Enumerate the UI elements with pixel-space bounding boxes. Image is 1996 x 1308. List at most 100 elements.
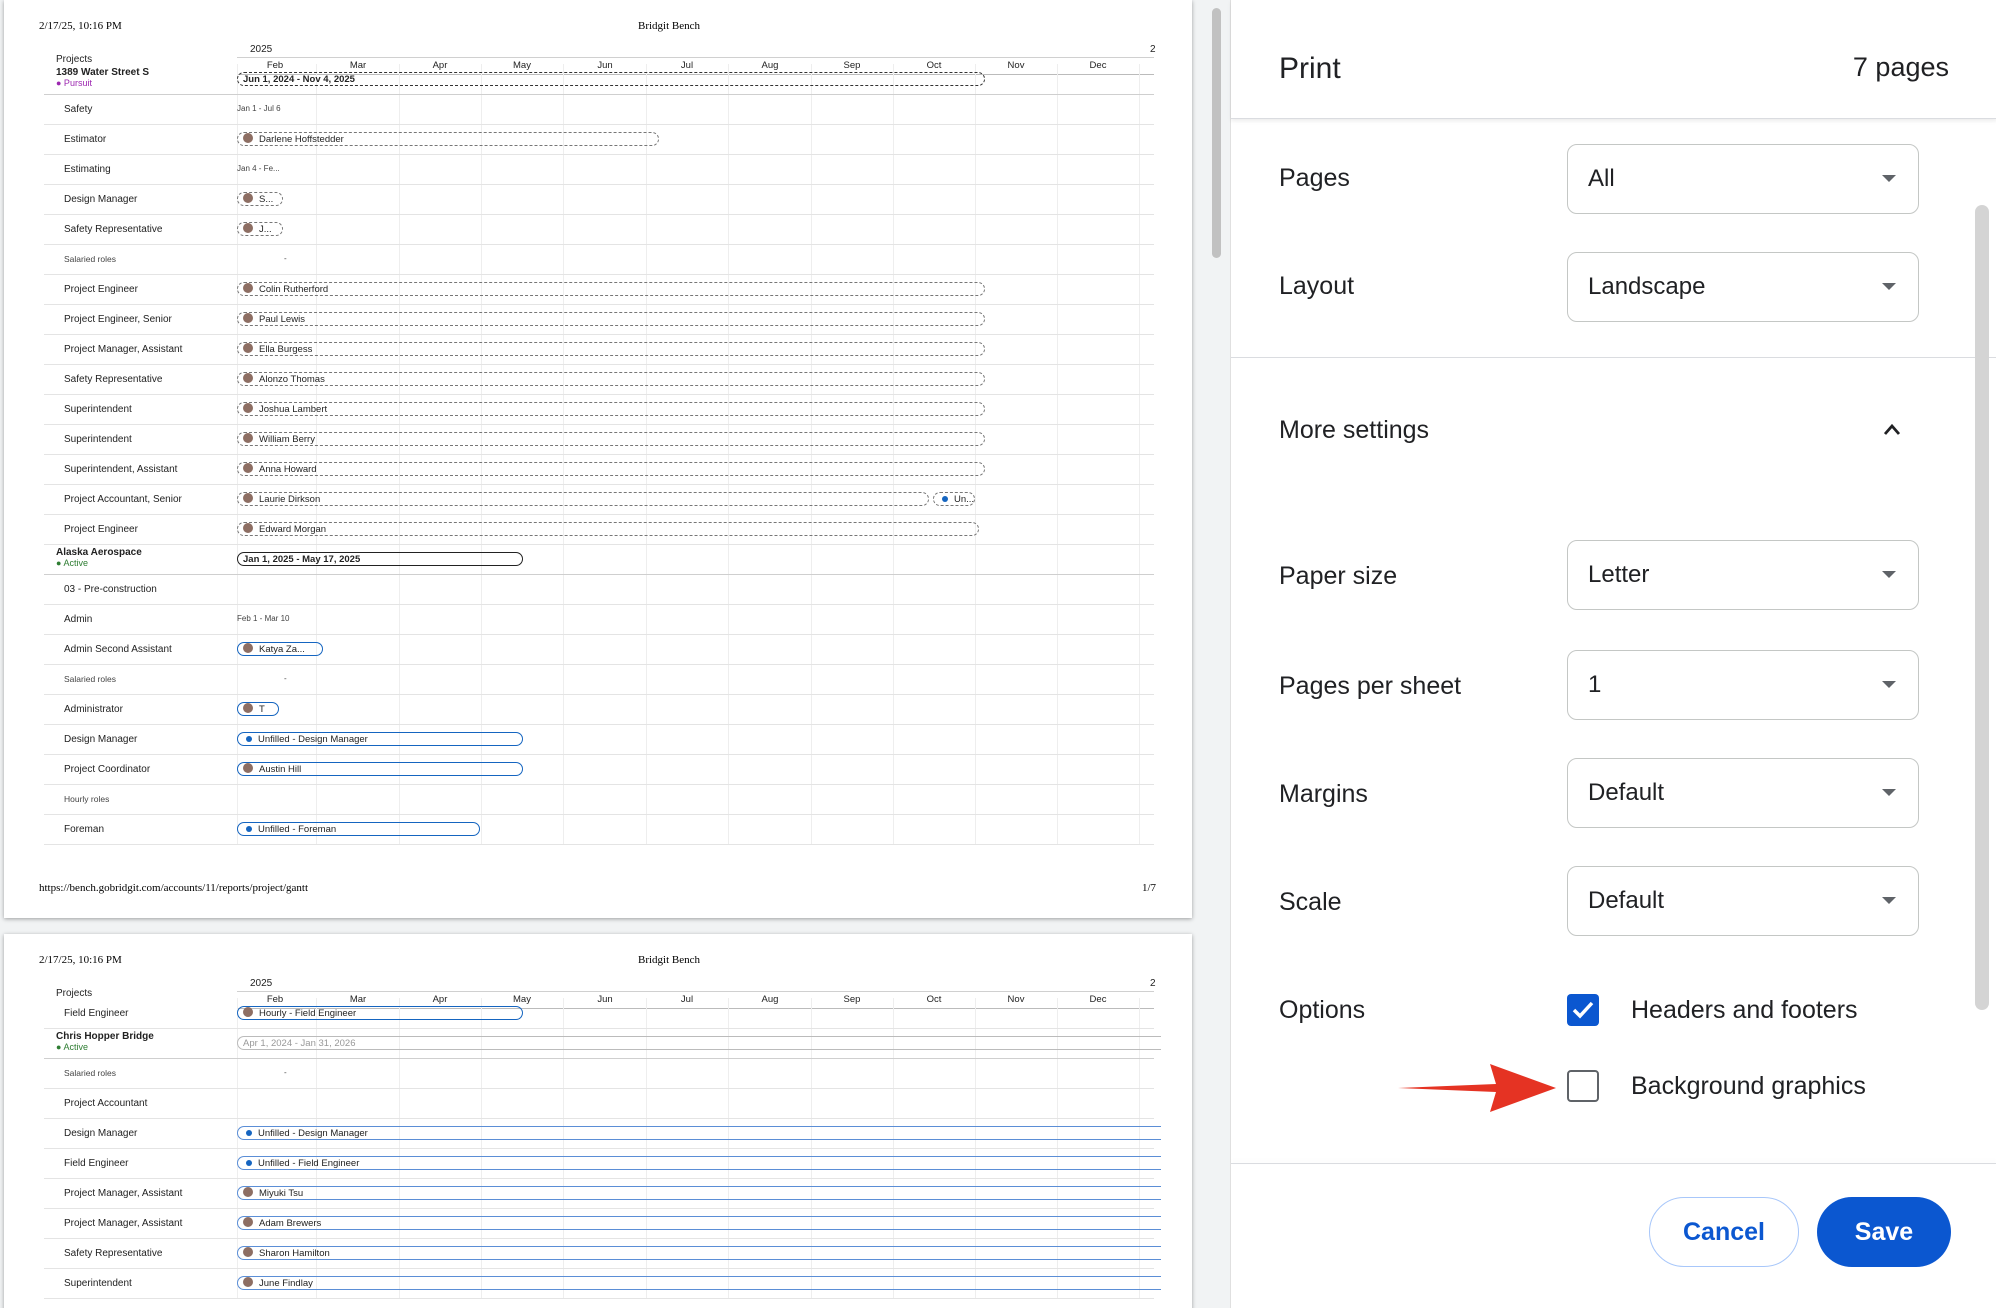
gantt-bar[interactable]: Apr 1, 2024 - Jan 31, 2026 [237, 1036, 1161, 1050]
preview-scrollbar[interactable] [1208, 0, 1224, 1308]
role-row[interactable]: Admin Second Assistant Katya Za... [44, 634, 1154, 665]
role-row[interactable]: Admin Feb 1 - Mar 10 [44, 604, 1154, 635]
role-row[interactable]: Project Engineer, Senior Paul Lewis [44, 304, 1154, 335]
options-label: Options [1279, 996, 1366, 1024]
date-range-label: Jan 1 - Jul 6 [237, 104, 281, 113]
gantt-bar[interactable]: Un... [933, 492, 975, 506]
project-name: Alaska Aerospace [56, 547, 142, 558]
settings-scrollbar[interactable] [1975, 205, 1989, 1010]
avatar [243, 1187, 253, 1197]
role-row[interactable]: Project Manager, Assistant Adam Brewers [44, 1208, 1161, 1239]
role-row[interactable]: Safety Jan 1 - Jul 6 [44, 94, 1154, 125]
role-row[interactable]: Safety Representative J... [44, 214, 1154, 245]
preview-scrollbar-thumb[interactable] [1212, 8, 1221, 258]
gantt-bar[interactable]: Edward Morgan [237, 522, 979, 536]
headers-footers-label[interactable]: Headers and footers [1631, 996, 1858, 1025]
project-row[interactable]: 1389 Water Street S ● Pursuit Jun 1, 2024 … [44, 64, 1154, 95]
gantt-bar[interactable]: Paul Lewis [237, 312, 985, 326]
pages-select[interactable]: All [1567, 144, 1919, 214]
role-row[interactable]: Superintendent, Assistant Anna Howard [44, 454, 1154, 485]
role-row[interactable]: Salaried roles - [44, 664, 1154, 695]
background-graphics-label[interactable]: Background graphics [1631, 1072, 1866, 1101]
pages-per-sheet-select[interactable]: 1 [1567, 650, 1919, 720]
role-name: Admin [64, 614, 93, 625]
gantt-bar[interactable]: Joshua Lambert [237, 402, 985, 416]
gantt-bar[interactable]: Hourly - Field Engineer [237, 1006, 523, 1020]
gantt-bar[interactable]: Austin Hill [237, 762, 523, 776]
margins-select[interactable]: Default [1567, 758, 1919, 828]
role-row[interactable]: Administrator T [44, 694, 1154, 725]
save-button[interactable]: Save [1817, 1197, 1951, 1267]
role-row[interactable]: Superintendent Joshua Lambert [44, 394, 1154, 425]
role-row[interactable]: Design Manager S... [44, 184, 1154, 215]
gantt-bar[interactable]: Adam Brewers [237, 1216, 1161, 1230]
gantt-bar[interactable]: J... [237, 222, 283, 236]
gantt-bar[interactable]: Colin Rutherford [237, 282, 985, 296]
role-row[interactable]: Hourly roles [44, 784, 1154, 815]
role-row[interactable]: Estimating Jan 4 - Fe... [44, 154, 1154, 185]
gantt-bar[interactable]: Jan 1, 2025 - May 17, 2025 [237, 552, 523, 566]
more-settings-toggle[interactable]: More settings [1231, 380, 1996, 480]
headers-footers-checkbox[interactable] [1567, 994, 1599, 1026]
role-row[interactable]: Project Accountant [44, 1088, 1154, 1119]
role-name: Field Engineer [64, 1008, 129, 1019]
role-row[interactable]: Field Engineer Unfilled - Field Engineer [44, 1148, 1161, 1179]
role-row[interactable]: Project Manager, Assistant Ella Burgess [44, 334, 1154, 365]
gantt-bar[interactable]: Laurie Dirkson [237, 492, 929, 506]
role-row[interactable]: Design Manager Unfilled - Design Manager [44, 724, 1154, 755]
gantt-bar-label: Un... [954, 494, 975, 505]
gantt-bar[interactable]: Darlene Hoffstedder [237, 132, 659, 146]
gantt-chart: Projects 2025 2 Feb Mar Apr May Jun Jul Aug Sep Oct… [44, 42, 1156, 878]
project-row[interactable]: Alaska Aerospace ● Active Jan 1, 2025 - Ma… [44, 544, 1154, 575]
gantt-bar[interactable]: Ella Burgess [237, 342, 985, 356]
role-row[interactable]: Foreman Unfilled - Foreman [44, 814, 1154, 845]
avatar [243, 133, 253, 143]
date-range-label: - [284, 1068, 287, 1077]
unfilled-dot-icon [246, 1130, 252, 1136]
role-name: Safety Representative [64, 224, 163, 235]
gantt-bar[interactable]: Unfilled - Field Engineer [237, 1156, 1161, 1170]
role-row[interactable]: Field Engineer Hourly - Field Engineer [44, 998, 1154, 1029]
gantt-bar[interactable]: Unfilled - Foreman [237, 822, 480, 836]
role-row[interactable]: Project Engineer Colin Rutherford [44, 274, 1154, 305]
layout-select[interactable]: Landscape [1567, 252, 1919, 322]
gantt-bar-label: Sharon Hamilton [259, 1248, 330, 1259]
role-row[interactable]: Estimator Darlene Hoffstedder [44, 124, 1154, 155]
role-name: Salaried roles [64, 674, 116, 684]
gantt-bar[interactable]: Jun 1, 2024 - Nov 4, 2025 [237, 72, 985, 86]
role-row[interactable]: Superintendent William Berry [44, 424, 1154, 455]
gantt-bar[interactable]: Unfilled - Design Manager [237, 1126, 1161, 1140]
role-row[interactable]: Salaried roles - [44, 244, 1154, 275]
gantt-bar-label: Edward Morgan [259, 524, 327, 535]
gantt-bar[interactable]: S... [237, 192, 283, 206]
gantt-bar[interactable]: Anna Howard [237, 462, 985, 476]
role-row[interactable]: Superintendent June Findlay [44, 1268, 1161, 1299]
cancel-button[interactable]: Cancel [1649, 1197, 1799, 1267]
gantt-bar[interactable]: June Findlay [237, 1276, 1161, 1290]
role-row[interactable]: Safety Representative Alonzo Thomas [44, 364, 1154, 395]
role-name: Estimating [64, 164, 111, 175]
gantt-bar[interactable]: Alonzo Thomas [237, 372, 985, 386]
role-row[interactable]: Safety Representative Sharon Hamilton [44, 1238, 1161, 1269]
role-row[interactable]: Design Manager Unfilled - Design Manager [44, 1118, 1161, 1149]
role-row[interactable]: Project Manager, Assistant Miyuki Tsu [44, 1178, 1161, 1209]
gantt-bar[interactable]: Katya Za... [237, 642, 323, 656]
avatar [243, 523, 253, 533]
project-row[interactable]: Chris Hopper Bridge ● Active Apr 1, 2024 -… [44, 1028, 1161, 1059]
role-row[interactable]: Project Engineer Edward Morgan [44, 514, 1154, 545]
background-graphics-checkbox[interactable] [1567, 1070, 1599, 1102]
gantt-bar[interactable]: Unfilled - Design Manager [237, 732, 523, 746]
scale-select[interactable]: Default [1567, 866, 1919, 936]
gantt-bar[interactable]: Sharon Hamilton [237, 1246, 1161, 1260]
role-row[interactable]: Project Coordinator Austin Hill [44, 754, 1154, 785]
chevron-up-icon [1883, 423, 1901, 435]
role-row[interactable]: Project Accountant, Senior Laurie Dirkson… [44, 484, 1154, 515]
gantt-bar[interactable]: T [237, 702, 279, 716]
paper-size-select[interactable]: Letter [1567, 540, 1919, 610]
gantt-bar[interactable]: Miyuki Tsu [237, 1186, 1161, 1200]
role-name: Salaried roles [64, 254, 116, 264]
role-row[interactable]: Salaried roles - [44, 1058, 1154, 1089]
gantt-bar[interactable]: William Berry [237, 432, 985, 446]
role-row[interactable]: 03 - Pre-construction [44, 574, 1154, 605]
dropdown-caret-icon [1882, 283, 1896, 290]
